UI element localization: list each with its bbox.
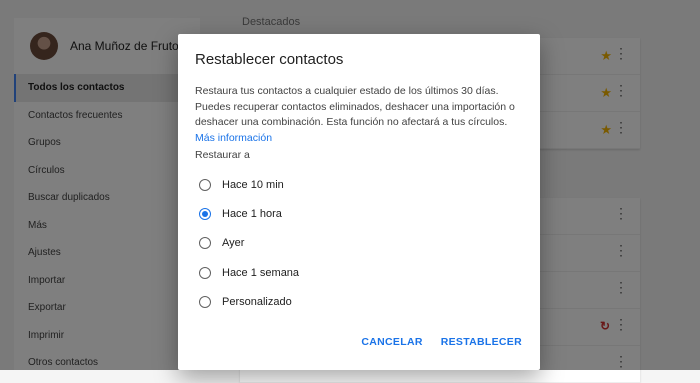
- radio-button[interactable]: [199, 178, 211, 191]
- dialog-title: Restablecer contactos: [195, 51, 344, 68]
- more-info-link[interactable]: Más información: [195, 131, 530, 147]
- radio-button[interactable]: [199, 237, 211, 250]
- option-ayer[interactable]: Ayer: [199, 229, 299, 258]
- radio-button-checked[interactable]: [199, 207, 211, 220]
- option-label: Ayer: [222, 237, 245, 250]
- restore-contacts-dialog: Restablecer contactos Restaura tus conta…: [178, 34, 540, 370]
- dialog-description-text: Restaura tus contactos a cualquier estad…: [195, 85, 515, 128]
- option-1-hora[interactable]: Hace 1 hora: [199, 199, 299, 228]
- restore-to-label: Restaurar a: [195, 149, 250, 161]
- dialog-actions: CANCELAR RESTABLECER: [361, 336, 522, 348]
- radio-button[interactable]: [199, 266, 211, 279]
- radio-button[interactable]: [199, 295, 211, 308]
- option-label: Hace 1 semana: [222, 266, 300, 279]
- option-personalizado[interactable]: Personalizado: [199, 287, 299, 316]
- restore-options: Hace 10 min Hace 1 hora Ayer Hace 1 sema…: [199, 170, 299, 316]
- restore-button[interactable]: RESTABLECER: [441, 336, 522, 348]
- option-10-min[interactable]: Hace 10 min: [199, 170, 299, 199]
- option-1-semana[interactable]: Hace 1 semana: [199, 258, 299, 287]
- option-label: Hace 1 hora: [222, 207, 282, 220]
- dialog-description: Restaura tus contactos a cualquier estad…: [195, 84, 530, 146]
- cancel-button[interactable]: CANCELAR: [361, 336, 422, 348]
- option-label: Personalizado: [222, 295, 292, 308]
- option-label: Hace 10 min: [222, 178, 284, 191]
